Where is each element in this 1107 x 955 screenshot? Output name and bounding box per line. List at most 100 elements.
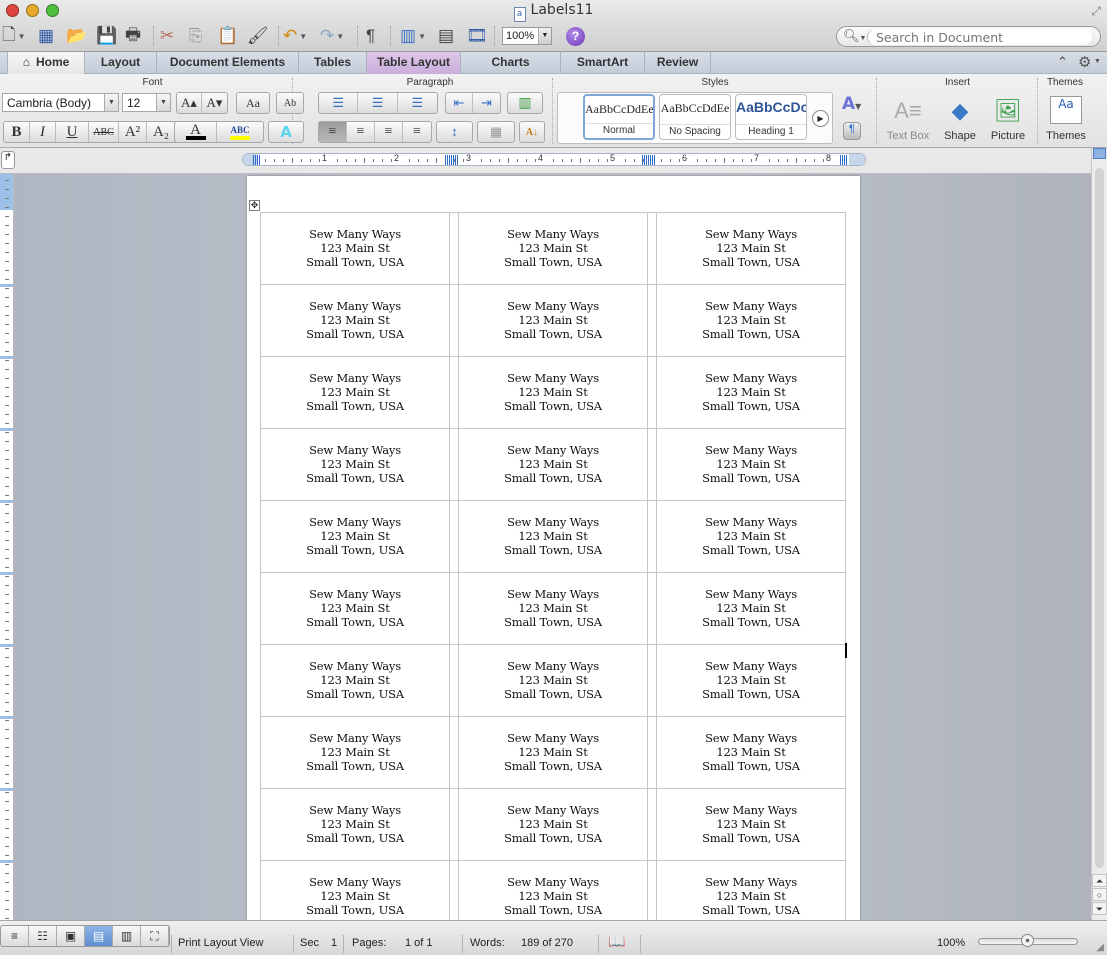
cut-icon[interactable]: ✂ xyxy=(160,24,174,48)
chevron-down-icon[interactable]: ▼ xyxy=(538,28,551,44)
label-cell[interactable]: Sew Many Ways 123 Main St Small Town, USA xyxy=(260,644,450,717)
copy-icon[interactable]: ⎘ xyxy=(189,24,203,48)
align-right-button[interactable]: ≡ xyxy=(375,122,403,142)
label-cell[interactable]: Sew Many Ways 123 Main St Small Town, USA xyxy=(458,572,648,645)
paste-icon[interactable]: 📋 xyxy=(217,24,238,48)
show-formatting-icon[interactable]: ¶ xyxy=(366,24,375,48)
bold-button[interactable]: B xyxy=(4,122,30,142)
text-box-button[interactable]: A≡ Text Box xyxy=(884,96,932,142)
column-marker[interactable] xyxy=(253,155,260,165)
toolbox-icon[interactable]: ▤ xyxy=(438,24,454,48)
templates-gallery-icon[interactable]: ▦ xyxy=(38,24,54,48)
row-marker[interactable] xyxy=(0,284,13,287)
row-marker[interactable] xyxy=(0,572,13,575)
tab-tables[interactable]: Tables xyxy=(299,52,367,74)
justify-button[interactable]: ≡ xyxy=(403,122,431,142)
media-browser-icon[interactable]: 🎞 xyxy=(466,24,488,48)
tab-smartart[interactable]: SmartArt xyxy=(561,52,645,74)
label-cell[interactable]: Sew Many Ways 123 Main St Small Town, USA xyxy=(656,572,846,645)
label-cell[interactable]: Sew Many Ways 123 Main St Small Town, USA xyxy=(260,860,450,920)
draft-view-button[interactable]: ≡ xyxy=(1,926,29,946)
manage-styles-icon[interactable]: A▼ xyxy=(842,94,861,114)
fullscreen-icon[interactable]: ⤢ xyxy=(1091,4,1101,19)
chevron-down-icon[interactable]: ▼ xyxy=(299,32,307,41)
superscript-button[interactable]: A² xyxy=(119,122,147,142)
borders-button[interactable]: ▦ xyxy=(478,122,514,142)
label-cell[interactable]: Sew Many Ways 123 Main St Small Town, USA xyxy=(458,788,648,861)
label-cell[interactable]: Sew Many Ways 123 Main St Small Town, USA xyxy=(260,428,450,501)
print-icon[interactable]: 🖶 xyxy=(125,24,141,48)
open-folder-icon[interactable]: 📂 xyxy=(66,24,87,48)
new-document-icon[interactable]: 🗋 ▼ xyxy=(2,24,26,48)
zoom-select[interactable]: 100% ▼ xyxy=(502,27,552,45)
column-marker[interactable] xyxy=(840,155,847,165)
row-marker[interactable] xyxy=(0,788,13,791)
horizontal-ruler[interactable]: 1 2 3 4 5 6 7 8 xyxy=(242,153,866,166)
label-cell[interactable]: Sew Many Ways 123 Main St Small Town, USA xyxy=(458,716,648,789)
column-marker[interactable] xyxy=(451,155,458,165)
style-normal[interactable]: AaBbCcDdEe Normal xyxy=(583,94,655,140)
underline-button[interactable]: U xyxy=(56,122,89,142)
label-cell[interactable]: Sew Many Ways 123 Main St Small Town, USA xyxy=(656,860,846,920)
decrease-indent-button[interactable]: ⇤ xyxy=(446,93,474,113)
chevron-down-icon[interactable]: ▼ xyxy=(18,32,26,41)
label-cell[interactable]: Sew Many Ways 123 Main St Small Town, USA xyxy=(458,860,648,920)
label-cell[interactable]: Sew Many Ways 123 Main St Small Town, USA xyxy=(458,356,648,429)
save-icon[interactable]: 💾 xyxy=(96,24,117,48)
multilevel-list-button[interactable]: ☰ xyxy=(398,93,437,113)
style-heading-1[interactable]: AaBbCcDc Heading 1 xyxy=(735,94,807,140)
label-cell[interactable]: Sew Many Ways 123 Main St Small Town, USA xyxy=(656,212,846,285)
tab-table-layout[interactable]: Table Layout xyxy=(367,52,461,74)
previous-page-button[interactable]: ⏶ xyxy=(1092,874,1107,887)
label-cell[interactable]: Sew Many Ways 123 Main St Small Town, USA xyxy=(656,428,846,501)
label-cell[interactable]: Sew Many Ways 123 Main St Small Town, USA xyxy=(260,356,450,429)
label-cell[interactable]: Sew Many Ways 123 Main St Small Town, USA xyxy=(458,644,648,717)
full-screen-button[interactable]: ⛶ xyxy=(141,926,169,946)
label-cell[interactable]: Sew Many Ways 123 Main St Small Town, USA xyxy=(458,212,648,285)
row-marker[interactable] xyxy=(0,644,13,647)
font-family-select[interactable]: Cambria (Body) ▼ xyxy=(2,93,119,112)
align-left-button[interactable]: ≡ xyxy=(319,122,347,142)
chevron-down-icon[interactable]: ▼ xyxy=(418,32,426,41)
label-cell[interactable]: Sew Many Ways 123 Main St Small Town, USA xyxy=(260,500,450,573)
line-spacing-button[interactable]: ↕ xyxy=(437,122,472,142)
help-button[interactable]: ? xyxy=(566,27,585,46)
subscript-button[interactable]: A₂ xyxy=(147,122,175,142)
row-marker[interactable] xyxy=(0,716,13,719)
label-cell[interactable]: Sew Many Ways 123 Main St Small Town, USA xyxy=(458,428,648,501)
strikethrough-button[interactable]: ABC xyxy=(89,122,119,142)
words-value[interactable]: 189 of 270 xyxy=(521,937,573,949)
style-pane-icon[interactable]: ¶ xyxy=(843,122,861,140)
chevron-down-icon[interactable]: ▼ xyxy=(156,94,170,111)
ribbon-settings-icon[interactable]: ⚙ xyxy=(1078,53,1091,71)
highlight-button[interactable]: ABC xyxy=(217,122,263,142)
label-cell[interactable]: Sew Many Ways 123 Main St Small Town, USA xyxy=(656,788,846,861)
italic-button[interactable]: I xyxy=(30,122,56,142)
tab-home[interactable]: ⌂ Home xyxy=(7,52,85,74)
tab-review[interactable]: Review xyxy=(645,52,711,74)
sort-button[interactable]: A↓ xyxy=(520,122,544,142)
print-layout-button[interactable]: ▤ xyxy=(85,926,113,946)
label-cell[interactable]: Sew Many Ways 123 Main St Small Town, USA xyxy=(458,500,648,573)
zoom-slider-thumb[interactable] xyxy=(1021,934,1034,947)
collapse-ribbon-icon[interactable]: ⌃ xyxy=(1057,54,1068,70)
search-box[interactable]: 🔍︎▼ xyxy=(836,26,1101,47)
columns-button[interactable]: ▥ xyxy=(508,93,542,113)
undo-icon[interactable]: ↶ ▼ xyxy=(283,24,307,48)
clear-formatting-button[interactable]: Ab xyxy=(277,93,303,113)
tab-charts[interactable]: Charts xyxy=(461,52,561,74)
resize-grip-icon[interactable]: ◢ xyxy=(1096,942,1104,953)
document-page[interactable]: ✥ Sew Many Ways 123 Main St Small Town, US… xyxy=(247,176,860,920)
redo-icon[interactable]: ↷ ▼ xyxy=(320,24,344,48)
font-color-button[interactable]: A xyxy=(175,122,217,142)
label-cell[interactable]: Sew Many Ways 123 Main St Small Town, USA xyxy=(656,716,846,789)
picture-button[interactable]: 🖼 Picture xyxy=(984,96,1032,142)
change-case-button[interactable]: Aa xyxy=(237,93,269,113)
label-cell[interactable]: Sew Many Ways 123 Main St Small Town, USA xyxy=(458,284,648,357)
search-icon[interactable]: 🔍︎▼ xyxy=(843,28,866,44)
themes-button[interactable]: Aa Themes xyxy=(1044,96,1088,142)
tab-stop-selector[interactable]: ↱ xyxy=(1,151,15,169)
next-page-button[interactable]: ⏷ xyxy=(1092,902,1107,915)
scroll-thumb[interactable] xyxy=(1095,168,1104,868)
vertical-scrollbar[interactable]: ⏶ ○ ⏷ xyxy=(1091,148,1107,920)
